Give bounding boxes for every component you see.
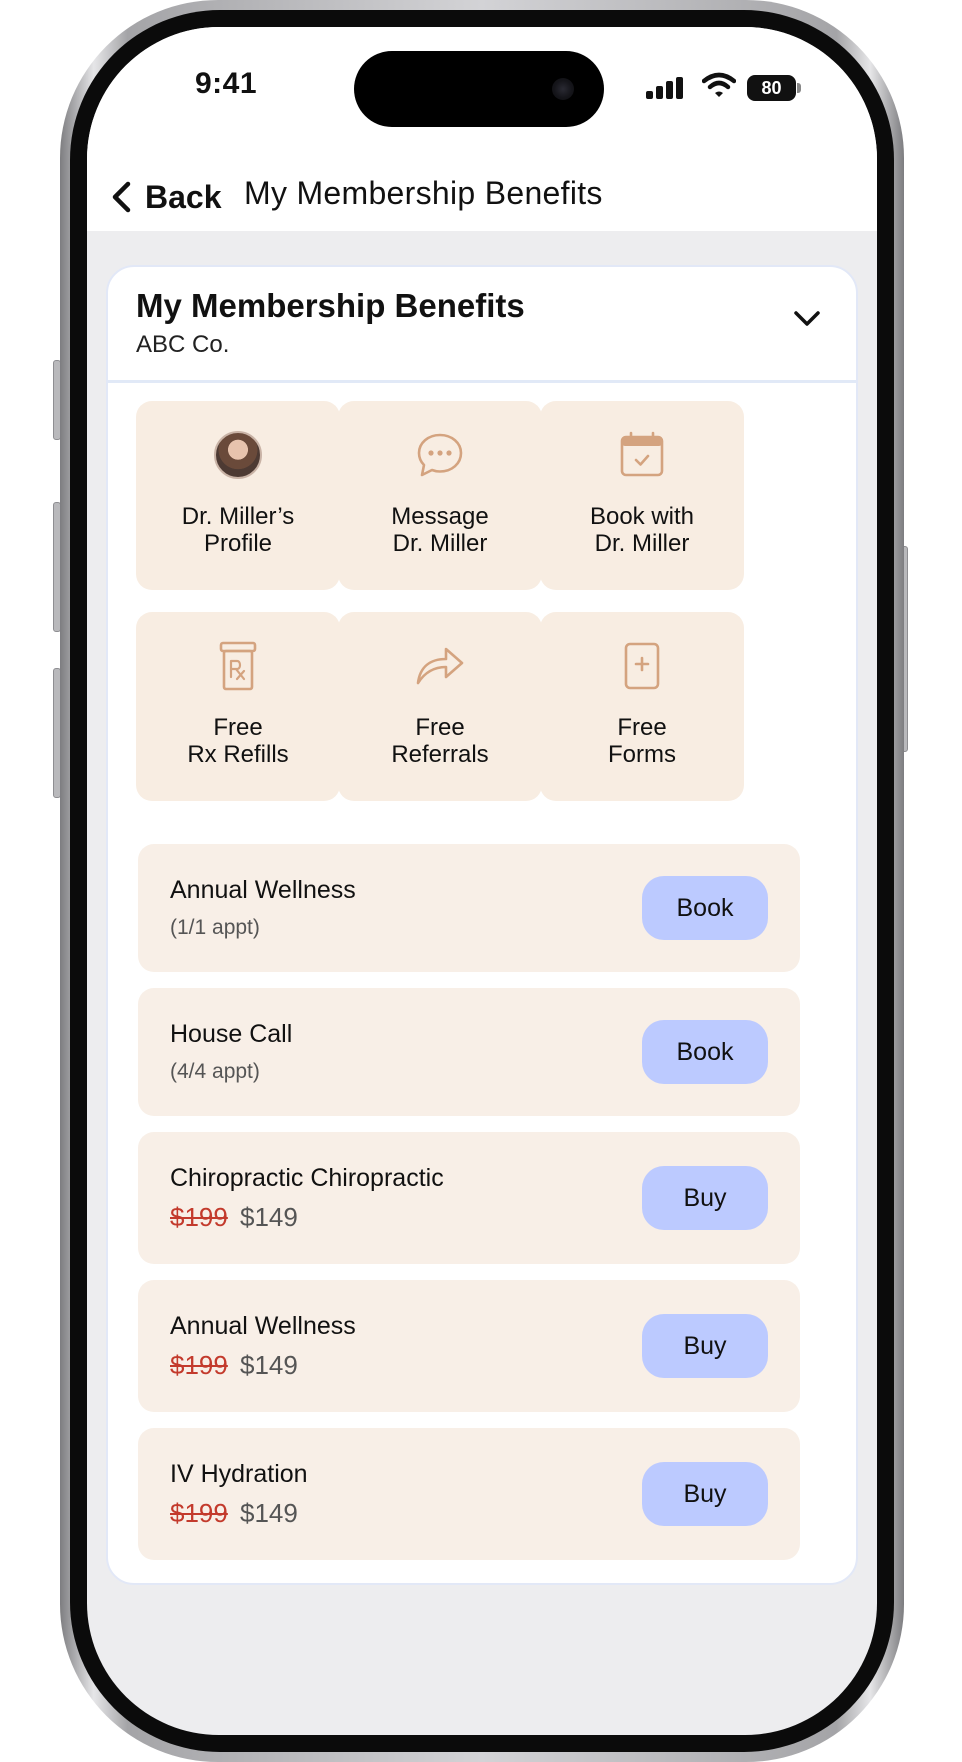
document-plus-icon (624, 642, 660, 690)
card-subtitle: ABC Co. (136, 331, 230, 358)
tile-label-line1: Free (213, 714, 263, 741)
chevron-down-icon[interactable] (792, 309, 822, 329)
battery-level: 80 (747, 75, 796, 101)
phone-screen: 9:41 80 Back My Membership Benefits My M… (87, 27, 877, 1735)
tile-label-line1: Free (415, 714, 465, 741)
discounted-price: $149 (240, 1350, 298, 1380)
tile-label-line2: Profile (203, 530, 272, 557)
benefit-title: House Call (170, 1020, 293, 1048)
original-price: $199 (170, 1498, 228, 1528)
buy-button[interactable]: Buy (642, 1462, 768, 1526)
benefit-usage: (4/4 appt) (170, 1060, 260, 1083)
cellular-signal-icon (646, 77, 686, 99)
tile-referrals[interactable]: Free Referrals (338, 612, 542, 801)
calendar-check-icon (620, 431, 664, 477)
dynamic-island (354, 51, 604, 127)
list-item-iv-hydration: IV Hydration $199 $149 Buy (138, 1428, 800, 1560)
list-item-annual-wellness-purchase: Annual Wellness $199 $149 Buy (138, 1280, 800, 1412)
buy-button[interactable]: Buy (642, 1166, 768, 1230)
chevron-left-icon (112, 181, 131, 213)
status-time: 9:41 (195, 67, 258, 100)
tile-label-line1: Message (391, 503, 489, 530)
original-price: $199 (170, 1350, 228, 1380)
original-price: $199 (170, 1202, 228, 1232)
tile-label-line2: Dr. Miller (392, 530, 488, 557)
benefits-card: My Membership Benefits ABC Co. Dr. Mille… (106, 265, 858, 1585)
tile-label-line1: Dr. Miller’s (181, 503, 295, 530)
top-bar: 9:41 80 Back My Membership Benefits (87, 27, 877, 231)
benefit-title: Annual Wellness (170, 1312, 356, 1340)
benefits-card-header[interactable]: My Membership Benefits ABC Co. (108, 267, 856, 383)
back-label: Back (145, 178, 222, 215)
tile-label-line2: Forms (608, 741, 676, 768)
tile-label-line2: Dr. Miller (594, 530, 690, 557)
benefit-title: IV Hydration (170, 1460, 308, 1488)
front-camera (552, 78, 574, 100)
wifi-icon (702, 72, 736, 97)
avatar (214, 431, 262, 479)
benefit-title: Chiropractic Chiropractic (170, 1164, 444, 1192)
chat-bubble-icon (417, 433, 463, 477)
benefit-title: Annual Wellness (170, 876, 356, 904)
tile-book-doctor[interactable]: Book with Dr. Miller (540, 401, 744, 590)
tile-label-line1: Book with (589, 503, 695, 530)
tile-doctor-profile[interactable]: Dr. Miller’s Profile (136, 401, 340, 590)
battery-icon: 80 (747, 75, 801, 101)
discounted-price: $149 (240, 1202, 298, 1232)
discounted-price: $149 (240, 1498, 298, 1528)
list-item-annual-wellness-booking: Annual Wellness (1/1 appt) Book (138, 844, 800, 972)
tile-rx-refills[interactable]: Free Rx Refills (136, 612, 340, 801)
list-item-house-call: House Call (4/4 appt) Book (138, 988, 800, 1116)
tile-message-doctor[interactable]: Message Dr. Miller (338, 401, 542, 590)
list-item-chiropractic: Chiropractic Chiropractic $199 $149 Buy (138, 1132, 800, 1264)
book-button[interactable]: Book (642, 876, 768, 940)
card-title: My Membership Benefits (136, 287, 525, 324)
tile-label-line2: Referrals (391, 741, 489, 768)
benefit-usage: (1/1 appt) (170, 916, 260, 939)
tile-label-line1: Free (617, 714, 667, 741)
page-title: My Membership Benefits (244, 175, 603, 211)
book-button[interactable]: Book (642, 1020, 768, 1084)
tile-label-line2: Rx Refills (187, 741, 289, 768)
share-arrow-icon (416, 647, 464, 685)
buy-button[interactable]: Buy (642, 1314, 768, 1378)
rx-bottle-icon (219, 641, 257, 691)
tile-forms[interactable]: Free Forms (540, 612, 744, 801)
back-button[interactable]: Back (109, 172, 222, 222)
